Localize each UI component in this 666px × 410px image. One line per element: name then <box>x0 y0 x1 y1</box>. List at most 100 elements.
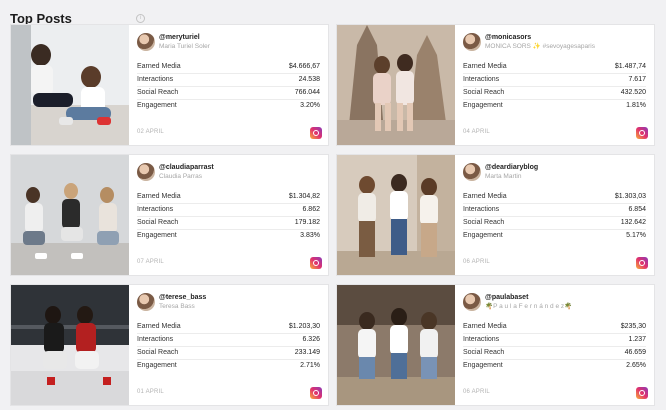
post-card[interactable]: + @claudiaparrast Claudia Parras Earned … <box>10 154 329 276</box>
post-photo <box>11 285 129 405</box>
user-fullname: Maria Turiel Soler <box>159 43 210 50</box>
post-card[interactable]: + @terese_bass Teresa Bass Earned Media $… <box>10 284 329 406</box>
metric-value: $1.303,03 <box>614 193 646 200</box>
metric-label: Engagement <box>463 362 503 369</box>
metric-value: 2.71% <box>300 362 320 369</box>
post-card[interactable]: + @paulabaset 🌴P a u l a F e r n á n d e… <box>336 284 655 406</box>
metric-label: Engagement <box>137 232 177 239</box>
metric-row-engagement: Engagement 1.81% <box>463 100 646 113</box>
metrics-table: Earned Media $1.304,82 Interactions 6.862 … <box>137 191 320 243</box>
avatar[interactable] <box>137 33 155 51</box>
metric-value: $4.666,67 <box>288 63 320 70</box>
post-date: 06 APRIL <box>463 259 490 265</box>
avatar[interactable] <box>463 293 481 311</box>
post-info: @terese_bass Teresa Bass Earned Media $1.… <box>137 291 320 405</box>
user-row[interactable]: @meryturiel Maria Turiel Soler <box>137 31 320 53</box>
user-handle[interactable]: @paulabaset <box>485 293 572 302</box>
metric-row-engagement: Engagement 3.83% <box>137 230 320 243</box>
metric-row-interactions: Interactions 1.237 <box>463 334 646 347</box>
metric-row-reach: Social Reach 179.182 <box>137 217 320 230</box>
metric-label: Social Reach <box>137 89 179 96</box>
info-icon[interactable]: i <box>136 14 145 23</box>
user-row[interactable]: @terese_bass Teresa Bass <box>137 291 320 313</box>
metric-row-reach: Social Reach 132.642 <box>463 217 646 230</box>
user-fullname: Claudia Parras <box>159 173 202 180</box>
metric-value: 3.83% <box>300 232 320 239</box>
metric-label: Engagement <box>137 362 177 369</box>
user-handle[interactable]: @meryturiel <box>159 33 210 42</box>
user-fullname: MONICA SORS ✨ #sevoyagesaparis <box>485 43 595 50</box>
metric-label: Social Reach <box>463 349 505 356</box>
metric-value: 7.617 <box>628 76 646 83</box>
avatar[interactable] <box>137 293 155 311</box>
metric-value: 6.862 <box>302 206 320 213</box>
post-card[interactable]: + @deardiaryblog Marta Martin Earned Med… <box>336 154 655 276</box>
user-fullname: 🌴P a u l a F e r n á n d e z🌴 <box>485 303 573 310</box>
user-row[interactable]: @monicasors MONICA SORS ✨ #sevoyagesapar… <box>463 31 646 53</box>
post-card[interactable]: + @monicasors MONICA SORS ✨ #sevoyagesap… <box>336 24 655 146</box>
user-handle[interactable]: @deardiaryblog <box>485 163 538 172</box>
metric-value: $1.487,74 <box>614 63 646 70</box>
metric-row-reach: Social Reach 46.659 <box>463 347 646 360</box>
post-date: 01 APRIL <box>137 389 164 395</box>
metric-row-earned: Earned Media $1.304,82 <box>137 191 320 204</box>
metric-row-interactions: Interactions 24.538 <box>137 74 320 87</box>
metric-value: 432.520 <box>620 89 646 96</box>
metric-value: 3.20% <box>300 102 320 109</box>
metric-row-engagement: Engagement 3.20% <box>137 100 320 113</box>
metric-label: Interactions <box>137 206 174 213</box>
metric-value: 2.65% <box>626 362 646 369</box>
metric-value: 6.854 <box>628 206 646 213</box>
metric-label: Interactions <box>463 206 500 213</box>
metric-label: Earned Media <box>463 193 507 200</box>
metric-row-engagement: Engagement 5.17% <box>463 230 646 243</box>
metric-row-reach: Social Reach 233.149 <box>137 347 320 360</box>
post-date: 06 APRIL <box>463 389 490 395</box>
avatar[interactable] <box>463 163 481 181</box>
post-card[interactable]: + @meryturiel Maria Turiel Soler Earned … <box>10 24 329 146</box>
metrics-table: Earned Media $1.203,30 Interactions 6.326 … <box>137 321 320 373</box>
metric-row-interactions: Interactions 6.854 <box>463 204 646 217</box>
user-handle[interactable]: @terese_bass <box>159 293 206 302</box>
user-handle[interactable]: @monicasors <box>485 33 595 42</box>
metric-label: Engagement <box>463 232 503 239</box>
user-row[interactable]: @deardiaryblog Marta Martin <box>463 161 646 183</box>
post-info: @paulabaset 🌴P a u l a F e r n á n d e z… <box>463 291 646 405</box>
metric-row-earned: Earned Media $4.666,67 <box>137 61 320 74</box>
metric-row-engagement: Engagement 2.71% <box>137 360 320 373</box>
avatar[interactable] <box>137 163 155 181</box>
metric-label: Earned Media <box>137 323 181 330</box>
metric-label: Engagement <box>463 102 503 109</box>
metric-value: 233.149 <box>294 349 320 356</box>
user-row[interactable]: @claudiaparrast Claudia Parras <box>137 161 320 183</box>
avatar[interactable] <box>463 33 481 51</box>
user-row[interactable]: @paulabaset 🌴P a u l a F e r n á n d e z… <box>463 291 646 313</box>
metric-label: Engagement <box>137 102 177 109</box>
metric-label: Social Reach <box>463 89 505 96</box>
post-photo <box>11 155 129 275</box>
metrics-table: Earned Media $4.666,67 Interactions 24.538… <box>137 61 320 113</box>
metric-label: Interactions <box>463 76 500 83</box>
post-photo <box>337 285 455 405</box>
metric-row-earned: Earned Media $1.303,03 <box>463 191 646 204</box>
post-info: @monicasors MONICA SORS ✨ #sevoyagesapar… <box>463 31 646 145</box>
post-info: @claudiaparrast Claudia Parras Earned Me… <box>137 161 320 275</box>
post-photo <box>337 25 455 145</box>
metric-row-earned: Earned Media $1.203,30 <box>137 321 320 334</box>
metric-label: Social Reach <box>137 349 179 356</box>
metric-label: Earned Media <box>463 323 507 330</box>
metric-value: $1.203,30 <box>288 323 320 330</box>
metric-row-engagement: Engagement 2.65% <box>463 360 646 373</box>
metric-row-earned: Earned Media $1.487,74 <box>463 61 646 74</box>
metric-row-reach: Social Reach 432.520 <box>463 87 646 100</box>
metric-row-interactions: Interactions 6.326 <box>137 334 320 347</box>
user-handle[interactable]: @claudiaparrast <box>159 163 214 172</box>
metric-value: 1.237 <box>628 336 646 343</box>
metric-label: Earned Media <box>137 193 181 200</box>
metric-label: Interactions <box>137 76 174 83</box>
metric-value: 5.17% <box>626 232 646 239</box>
metric-value: 766.044 <box>294 89 320 96</box>
metric-row-earned: Earned Media $235,30 <box>463 321 646 334</box>
metric-label: Social Reach <box>463 219 505 226</box>
post-date: 04 APRIL <box>463 129 490 135</box>
